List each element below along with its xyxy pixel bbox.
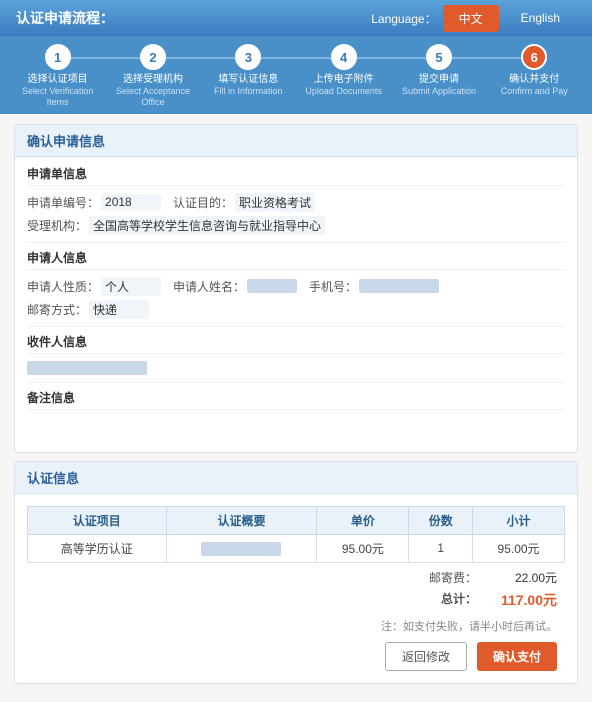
col-summary: 认证概要 [166,506,317,534]
applicant-subsection: 申请人信息 申请人性质： 个人 申请人姓名： 手机号： [27,249,565,327]
confirm-section-body: 申请单信息 申请单编号： 2018 认证目的： 职业资格考试 受理机构： 全国高… [15,157,577,452]
total-value: 117.00元 [497,590,557,610]
cert-purpose-value: 职业资格考试 [235,193,315,212]
order-field: 申请单编号： 2018 [27,193,161,212]
step-4-en: Upload Documents [305,86,382,97]
cert-section: 认证信息 认证项目 认证概要 单价 份数 小计 高等学历认证 [14,461,578,684]
total-row: 总计： 117.00元 [27,588,557,612]
post-value: 快递 [89,300,149,319]
applicant-title: 申请人信息 [27,249,565,270]
step-3: 3 填写认证信息 Fill in Information [201,44,296,97]
step-1-en: Select Verification Items [10,86,105,108]
step-4-circle: 4 [331,44,357,70]
type-label: 申请人性质： [27,278,99,295]
order-label: 申请单编号： [27,194,99,211]
phone-label: 手机号： [309,278,357,295]
name-value [247,279,297,293]
language-selector: Language： 中文 English [371,5,576,32]
order-value: 2018 [101,194,161,210]
office-field: 受理机构： 全国高等学校学生信息咨询与就业指导中心 [27,216,325,235]
step-1-circle: 1 [45,44,71,70]
type-field: 申请人性质： 个人 [27,277,161,296]
cert-section-body: 认证项目 认证概要 单价 份数 小计 高等学历认证 95.00元 [15,494,577,683]
steps-bar: 1 选择认证项目 Select Verification Items 2 选择受… [0,36,592,114]
row-summary-blurred [201,542,281,556]
step-2: 2 选择受理机构 Select Acceptance Office [105,44,200,108]
step-5-zh: 提交申请 [419,73,459,86]
recipient-value [27,361,147,375]
steps-container: 1 选择认证项目 Select Verification Items 2 选择受… [10,44,582,108]
header-bar: 认证申请流程： Language： 中文 English [0,0,592,36]
col-price: 单价 [317,506,409,534]
confirm-section: 确认申请信息 申请单信息 申请单编号： 2018 认证目的： 职业资格考试 受理… [14,124,578,453]
remark-row [27,414,565,434]
row-summary [166,534,317,562]
step-4: 4 上传电子附件 Upload Documents [296,44,391,97]
office-label: 受理机构： [27,217,87,234]
postage-row: 邮寄费： 22.00元 [27,567,557,588]
cert-purpose-label: 认证目的： [173,194,233,211]
step-2-zh: 选择受理机构 [123,73,183,86]
phone-value [359,279,439,293]
lang-zh-button[interactable]: 中文 [443,5,499,32]
note-text: 注：如支付失败，请半小时后再试。 [27,614,565,636]
row-price: 95.00元 [317,534,409,562]
cert-purpose-field: 认证目的： 职业资格考试 [173,193,315,212]
applicant-row: 申请人性质： 个人 申请人姓名： 手机号： 邮寄方式： 快递 [27,274,565,322]
step-6-en: Confirm and Pay [501,86,568,97]
apply-unit-subsection: 申请单信息 申请单编号： 2018 认证目的： 职业资格考试 受理机构： 全国高… [27,165,565,243]
name-field: 申请人姓名： [173,277,297,296]
postage-value: 22.00元 [497,569,557,586]
step-3-en: Fill in Information [214,86,283,97]
language-label: Language： [371,10,436,27]
col-subtotal: 小计 [473,506,565,534]
step-3-zh: 填写认证信息 [218,73,278,86]
recipient-title: 收件人信息 [27,333,565,354]
main-content: 确认申请信息 申请单信息 申请单编号： 2018 认证目的： 职业资格考试 受理… [0,114,592,702]
step-6-circle: 6 [521,44,547,70]
row-item: 高等学历认证 [28,534,167,562]
step-4-zh: 上传电子附件 [314,73,374,86]
recipient-subsection: 收件人信息 [27,333,565,383]
step-5-en: Submit Application [402,86,476,97]
step-3-circle: 3 [235,44,261,70]
step-5: 5 提交申请 Submit Application [391,44,486,97]
name-label: 申请人姓名： [173,278,245,295]
col-qty: 份数 [409,506,473,534]
type-value: 个人 [101,277,161,296]
apply-unit-title: 申请单信息 [27,165,565,186]
step-2-en: Select Acceptance Office [105,86,200,108]
table-row: 高等学历认证 95.00元 1 95.00元 [28,534,565,562]
step-2-circle: 2 [140,44,166,70]
row-subtotal: 95.00元 [473,534,565,562]
postage-label: 邮寄费： [429,569,477,586]
confirm-button[interactable]: 确认支付 [477,642,557,671]
recipient-row [27,358,565,378]
apply-unit-row: 申请单编号： 2018 认证目的： 职业资格考试 受理机构： 全国高等学校学生信… [27,190,565,238]
phone-field: 手机号： [309,277,439,296]
confirm-section-header: 确认申请信息 [15,125,577,157]
step-5-circle: 5 [426,44,452,70]
summary-rows: 邮寄费： 22.00元 总计： 117.00元 [27,563,565,614]
cert-section-header: 认证信息 [15,462,577,494]
cert-table: 认证项目 认证概要 单价 份数 小计 高等学历认证 95.00元 [27,506,565,563]
step-1: 1 选择认证项目 Select Verification Items [10,44,105,108]
office-value: 全国高等学校学生信息咨询与就业指导中心 [89,216,325,235]
action-buttons: 返回修改 确认支付 [27,636,565,675]
total-label: 总计： [441,590,477,610]
post-field: 邮寄方式： 快递 [27,300,149,319]
step-1-zh: 选择认证项目 [28,73,88,86]
step-6: 6 确认并支付 Confirm and Pay [487,44,582,97]
remark-subsection: 备注信息 [27,389,565,438]
col-item: 认证项目 [28,506,167,534]
remark-title: 备注信息 [27,389,565,410]
back-button[interactable]: 返回修改 [385,642,467,671]
lang-en-button[interactable]: English [505,6,576,30]
row-qty: 1 [409,534,473,562]
post-label: 邮寄方式： [27,301,87,318]
page-title: 认证申请流程： [16,8,114,28]
step-6-zh: 确认并支付 [509,73,559,86]
